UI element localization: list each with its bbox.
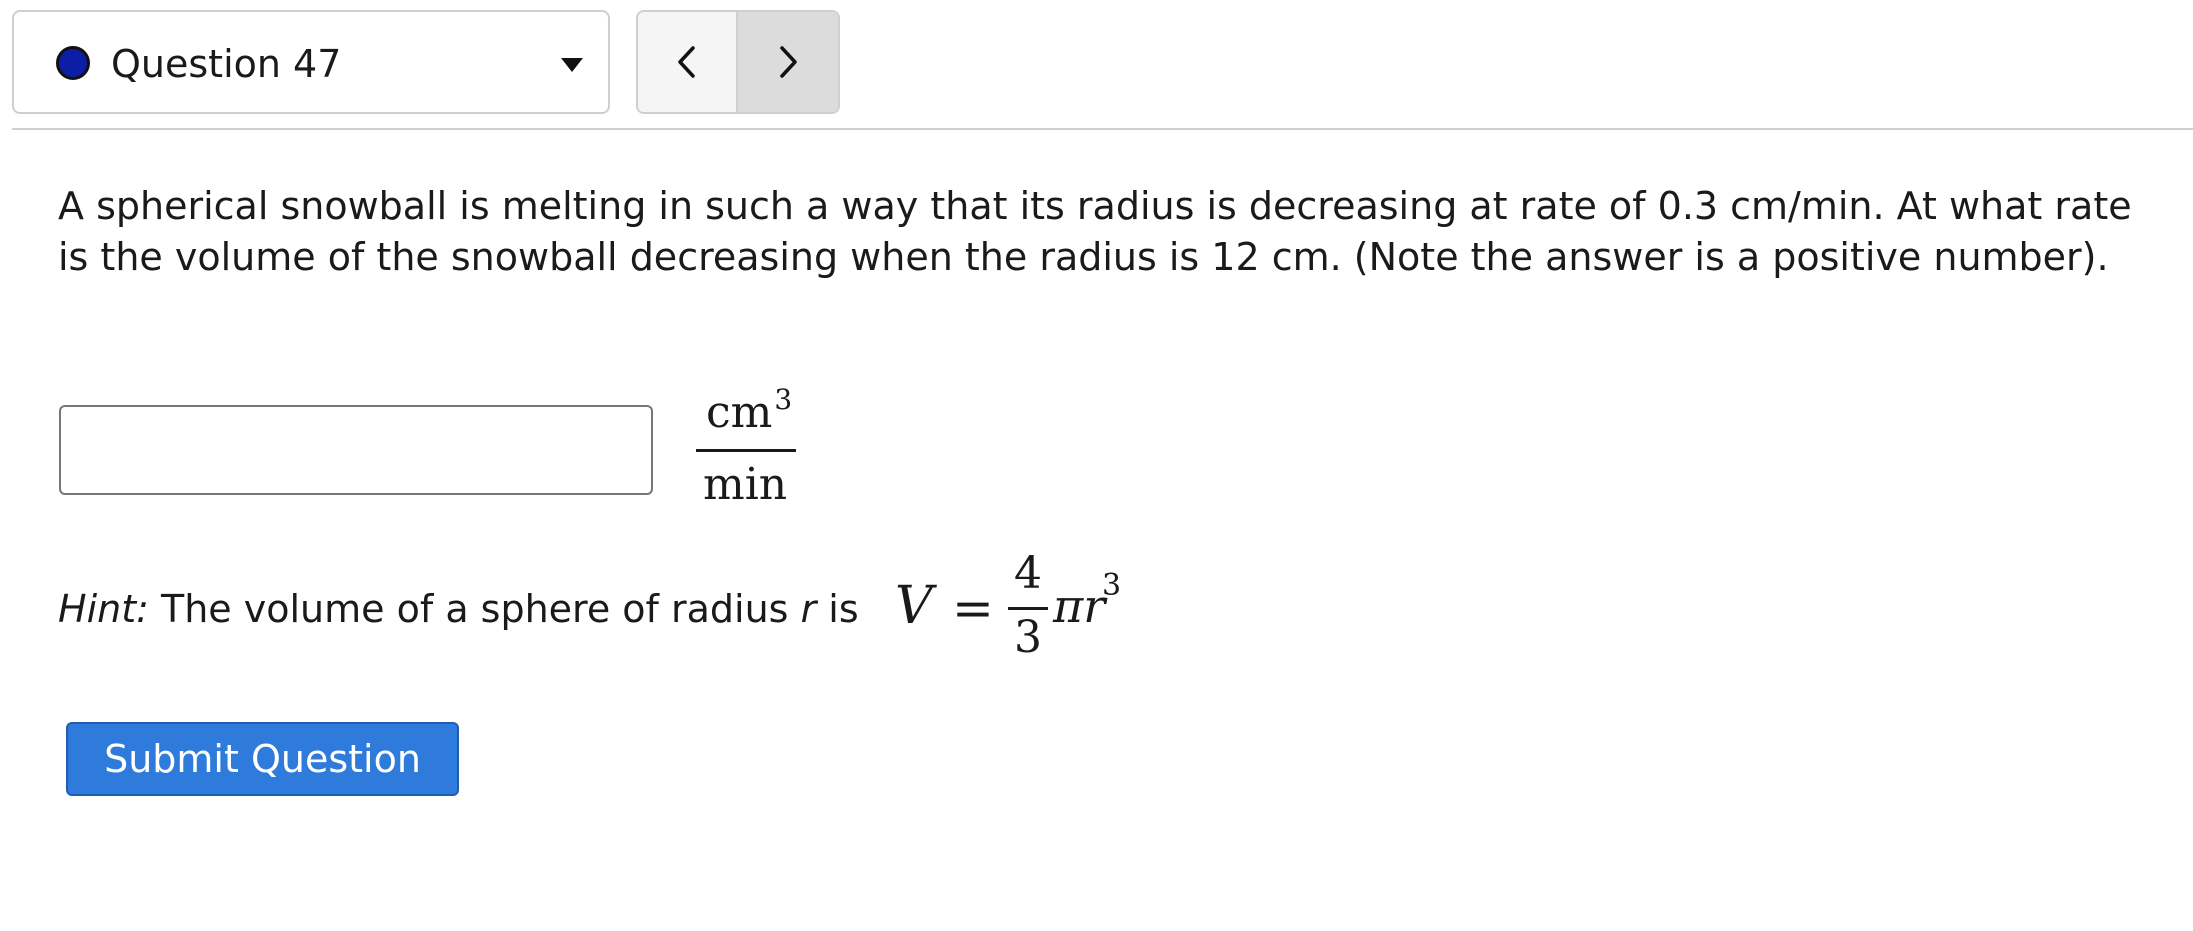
- question-text: A spherical snowball is melting in such …: [58, 184, 2132, 279]
- header-divider: [12, 128, 2193, 130]
- formula-exponent: 3: [1102, 568, 1122, 603]
- sphere-volume-formula: V = 4 3 πr 3: [895, 540, 1135, 670]
- hint-text: Hint: The volume of a sphere of radius r…: [58, 587, 859, 631]
- formula-lhs: V: [895, 576, 933, 636]
- question-pager: [636, 10, 840, 114]
- unit-numerator: cm3: [706, 383, 793, 438]
- next-question-button[interactable]: [738, 12, 838, 112]
- submit-question-button[interactable]: Submit Question: [66, 722, 459, 796]
- unit-denominator: min: [703, 459, 788, 510]
- formula-pi-r: πr: [1053, 579, 1106, 633]
- caret-down-icon: [561, 58, 583, 72]
- formula-numerator: 4: [1014, 548, 1042, 599]
- hint-variable: r: [800, 587, 817, 631]
- chevron-right-icon: [780, 46, 797, 78]
- formula-fraction-bar: [1008, 607, 1048, 610]
- answer-input[interactable]: [59, 405, 653, 495]
- unit-numerator-exponent: 3: [774, 383, 793, 416]
- formula-equals: =: [952, 579, 994, 637]
- unit-fraction-bar: [696, 449, 796, 452]
- chevron-left-icon: [678, 46, 695, 78]
- hint-label: Hint:: [58, 587, 149, 631]
- question-selector[interactable]: Question 47: [12, 10, 610, 114]
- formula-denominator: 3: [1014, 612, 1042, 663]
- previous-question-button[interactable]: [638, 12, 738, 112]
- status-dot-icon: [56, 46, 90, 80]
- question-label: Question 47: [111, 42, 342, 86]
